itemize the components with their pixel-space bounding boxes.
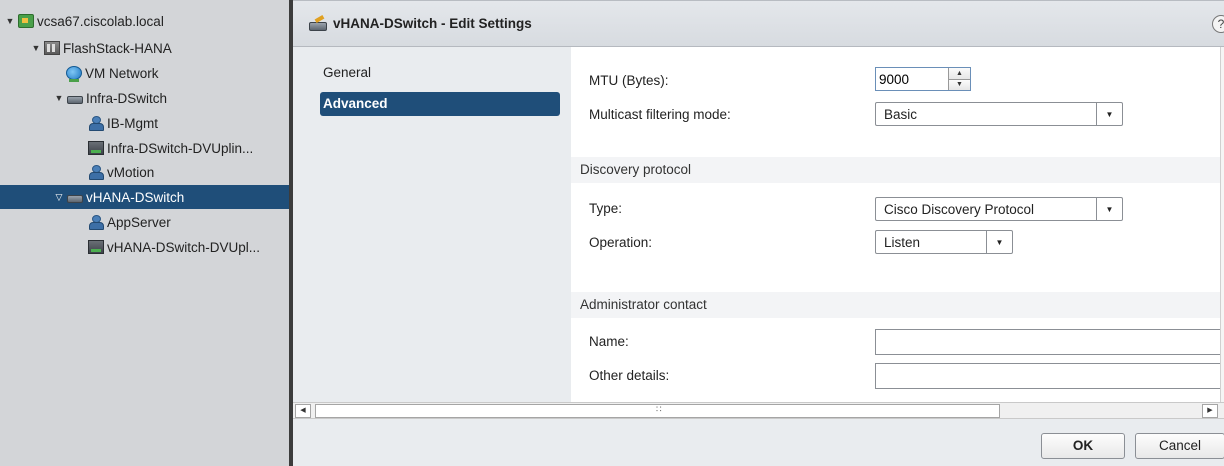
tree-item-label: vHANA-DSwitch-DVUpl... <box>107 239 261 255</box>
tree-item-vcenter[interactable]: ▼ vcsa67.ciscolab.local <box>0 9 289 33</box>
help-icon[interactable]: ? <box>1212 15 1224 33</box>
tree-item-infra-uplinks[interactable]: Infra-DSwitch-DVUplin... <box>0 136 289 160</box>
other-details-label: Other details: <box>589 368 670 383</box>
expand-arrow-icon[interactable]: ▽ <box>53 192 65 203</box>
scroll-right-arrow-icon[interactable]: ▶ <box>1202 404 1218 418</box>
discovery-type-select[interactable]: Cisco Discovery Protocol ▼ <box>875 197 1123 221</box>
tree-item-label: Infra-DSwitch <box>86 90 168 106</box>
port-group-icon <box>88 215 104 230</box>
expand-arrow-icon[interactable]: ▼ <box>4 16 16 26</box>
tree-item-appserver[interactable]: AppServer <box>0 210 289 234</box>
inventory-tree: ▼ vcsa67.ciscolab.local ▼ FlashStack-HAN… <box>0 0 289 466</box>
increment-arrow-icon[interactable]: ▲ <box>949 68 970 79</box>
operation-value: Listen <box>884 234 921 250</box>
operation-select[interactable]: Listen ▼ <box>875 230 1013 254</box>
tree-item-vm-network[interactable]: VM Network <box>0 61 289 85</box>
uplink-port-group-icon <box>88 141 104 155</box>
distributed-switch-icon <box>67 195 83 203</box>
operation-label: Operation: <box>589 235 653 250</box>
tree-item-infra-dswitch[interactable]: ▼ Infra-DSwitch <box>0 86 289 110</box>
vertical-scrollbar[interactable] <box>1220 47 1224 402</box>
port-group-icon <box>88 165 104 180</box>
vcenter-icon <box>18 14 34 28</box>
decrement-arrow-icon[interactable]: ▼ <box>949 78 970 90</box>
other-details-field[interactable] <box>875 363 1224 389</box>
scroll-left-arrow-icon[interactable]: ◀ <box>295 404 311 418</box>
tree-item-vmotion[interactable]: vMotion <box>0 160 289 184</box>
tree-item-vhana-uplinks[interactable]: vHANA-DSwitch-DVUpl... <box>0 235 289 259</box>
tree-item-label: FlashStack-HANA <box>63 40 172 56</box>
scrollbar-thumb[interactable]: ∷ <box>315 404 1000 418</box>
tree-item-label: vcsa67.ciscolab.local <box>37 13 164 29</box>
edit-settings-dialog: vHANA-DSwitch - Edit Settings ? General … <box>293 0 1224 466</box>
dropdown-arrow-icon: ▼ <box>1096 103 1122 125</box>
datacenter-icon <box>44 41 60 55</box>
tree-item-label: AppServer <box>107 214 171 230</box>
horizontal-scrollbar[interactable]: ◀ ∷ ▶ <box>293 402 1224 419</box>
tree-item-ib-mgmt[interactable]: IB-Mgmt <box>0 111 289 135</box>
distributed-switch-icon <box>67 96 83 104</box>
discovery-protocol-section: Discovery protocol <box>571 157 1224 183</box>
dialog-title: vHANA-DSwitch - Edit Settings <box>333 16 532 31</box>
multicast-label: Multicast filtering mode: <box>589 107 731 122</box>
dropdown-arrow-icon: ▼ <box>1096 198 1122 220</box>
expand-arrow-icon[interactable]: ▼ <box>53 93 65 103</box>
grip-icon: ∷ <box>656 404 662 414</box>
settings-nav: General Advanced <box>293 47 571 402</box>
tree-item-label: VM Network <box>85 65 159 81</box>
mtu-input[interactable] <box>876 68 948 90</box>
tree-item-vhana-dswitch[interactable]: ▽ vHANA-DSwitch <box>0 185 289 209</box>
multicast-filtering-select[interactable]: Basic ▼ <box>875 102 1123 126</box>
mtu-stepper[interactable]: ▲ ▼ <box>875 67 971 91</box>
nav-item-advanced[interactable]: Advanced <box>320 92 560 116</box>
multicast-filtering-value: Basic <box>884 106 918 122</box>
tree-item-datacenter[interactable]: ▼ FlashStack-HANA <box>0 36 289 60</box>
tree-item-label: vHANA-DSwitch <box>86 189 185 205</box>
uplink-port-group-icon <box>88 240 104 254</box>
type-label: Type: <box>589 201 623 216</box>
cancel-button[interactable]: Cancel <box>1135 433 1224 459</box>
advanced-settings-panel: MTU (Bytes): ▲ ▼ Multicast filtering mod… <box>571 47 1224 402</box>
contact-name-field[interactable] <box>875 329 1224 355</box>
nav-item-general[interactable]: General <box>320 61 560 85</box>
tree-item-label: Infra-DSwitch-DVUplin... <box>107 140 254 156</box>
port-group-icon <box>88 116 104 131</box>
dialog-footer: OK Cancel <box>293 419 1224 466</box>
tree-item-label: IB-Mgmt <box>107 115 159 131</box>
edit-switch-icon <box>309 17 327 31</box>
mtu-label: MTU (Bytes): <box>589 73 669 88</box>
administrator-contact-section: Administrator contact <box>571 292 1224 318</box>
tree-item-label: vMotion <box>107 164 155 180</box>
dialog-titlebar[interactable]: vHANA-DSwitch - Edit Settings ? <box>293 1 1224 47</box>
dropdown-arrow-icon: ▼ <box>986 231 1012 253</box>
name-label: Name: <box>589 334 629 349</box>
ok-button[interactable]: OK <box>1041 433 1125 459</box>
network-icon <box>66 66 82 82</box>
mtu-stepper-buttons: ▲ ▼ <box>948 68 970 90</box>
discovery-type-value: Cisco Discovery Protocol <box>884 201 1035 217</box>
expand-arrow-icon[interactable]: ▼ <box>30 43 42 53</box>
